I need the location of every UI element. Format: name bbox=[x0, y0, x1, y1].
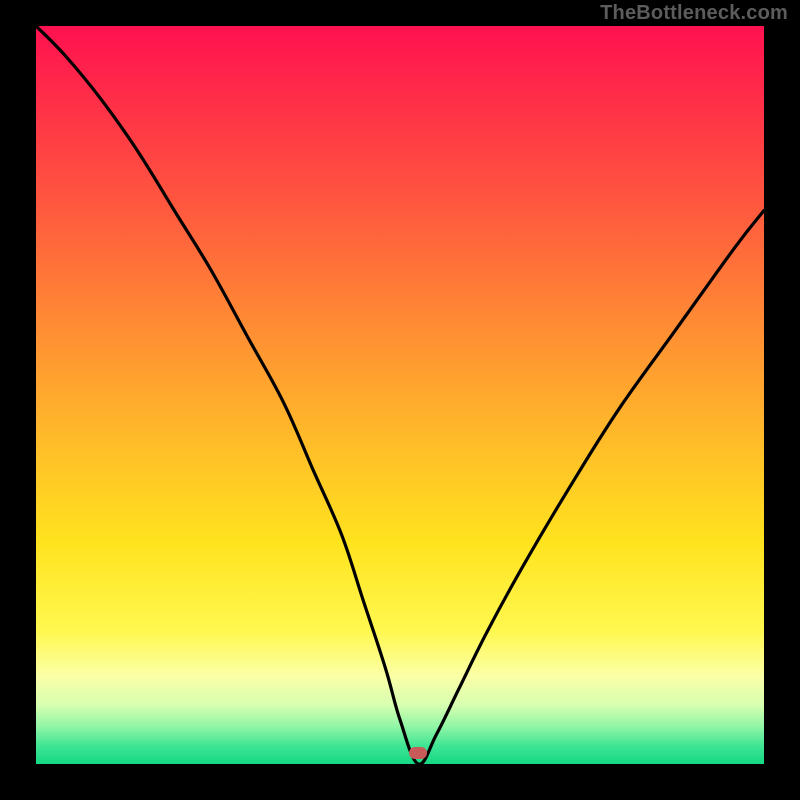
watermark-text: TheBottleneck.com bbox=[600, 2, 788, 25]
plot-area bbox=[36, 26, 764, 764]
bottleneck-curve bbox=[36, 26, 764, 764]
chart-frame: TheBottleneck.com bbox=[0, 0, 800, 800]
optimum-marker bbox=[409, 747, 427, 759]
